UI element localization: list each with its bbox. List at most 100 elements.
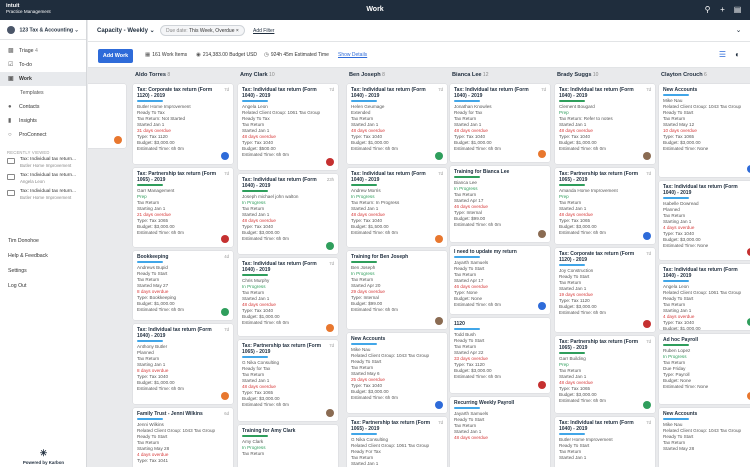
column-header[interactable]: Clayton Crouch 6 (659, 68, 750, 80)
show-details-link[interactable]: Show Details (338, 52, 367, 58)
logout-link[interactable]: Log Out (0, 279, 87, 294)
view-selector[interactable]: Capacity - Weekly ⌄ (97, 27, 155, 34)
help-feedback-link[interactable]: Help & Feedback (0, 249, 87, 264)
work-card-age: 4d (224, 254, 229, 259)
sidebar-item-label: Insights (19, 118, 37, 124)
work-card[interactable]: Tax: Corporate tax return (Form 1120) - … (555, 248, 655, 332)
work-card[interactable]: Tax: Individual tax return (Form 1040) -… (450, 84, 550, 162)
assignee-avatar[interactable] (538, 230, 546, 238)
work-card[interactable]: Training for Amy Clark Amy Clark In Progre… (238, 425, 338, 467)
assignee-avatar[interactable] (435, 401, 443, 409)
assignee-avatar[interactable] (221, 235, 229, 243)
work-card-detail: Estimated Time: 6h 0m (559, 145, 606, 151)
work-card-title: Family Trust - Jenni Wilkins (137, 411, 203, 417)
settings-link[interactable]: Settings (0, 264, 87, 279)
assignee-avatar[interactable] (538, 381, 546, 389)
assignee-avatar[interactable] (538, 302, 546, 310)
add-filter-link[interactable]: Add Filter (253, 28, 274, 34)
work-card[interactable]: New Accounts Mike Nau Related Client Group… (659, 408, 750, 467)
work-card[interactable]: Tax: Individual tax return (Form 1040) -… (659, 181, 750, 260)
assignee-avatar[interactable] (114, 136, 122, 144)
work-card[interactable]: I need to update my return Jayarth Samuel… (450, 246, 550, 314)
work-card[interactable] (88, 84, 126, 148)
assignee-avatar[interactable] (221, 152, 229, 160)
sidebar-item-templates[interactable]: Templates (0, 86, 86, 100)
work-card[interactable]: Tax: Individual tax return (Form 1040) -… (133, 324, 233, 404)
column-header[interactable]: Bianca Lee 12 (450, 68, 550, 80)
assignee-avatar[interactable] (643, 401, 651, 409)
column-header[interactable]: Brady Suggs 10 (555, 68, 655, 80)
work-card[interactable]: Tax: Partnership tax return (Form 1065) … (555, 168, 655, 244)
column-assignee: Aldo Torres (135, 72, 166, 78)
add-icon[interactable]: + (718, 5, 727, 14)
recent-item[interactable]: Tax: Individual tax return... Angela Leo… (0, 171, 86, 187)
user-profile-link[interactable]: Tim Donohoe (0, 234, 87, 249)
assignee-avatar[interactable] (435, 152, 443, 160)
sidebar-item-todo[interactable]: ☑ To-do (0, 58, 86, 72)
column-header[interactable]: Ben Joseph 8 (347, 68, 447, 80)
gauge-icon[interactable]: ◐ (733, 50, 742, 59)
assignee-avatar[interactable] (643, 152, 651, 160)
work-card[interactable]: Tax: Individual tax return (Form 1040) -… (238, 174, 338, 254)
recent-item[interactable]: Tax: Individual tax return... Butler Hom… (0, 187, 86, 203)
work-card[interactable]: Bookkeeping 4d Andrews Bupid Ready To Start… (133, 251, 233, 320)
assignee-avatar[interactable] (221, 392, 229, 400)
work-card[interactable]: Ad hoc Payroll Ruben Lopez In Progress Tax … (659, 334, 750, 404)
column-count: 12 (481, 72, 489, 78)
add-work-button[interactable]: Add Work (98, 49, 133, 63)
assignee-avatar[interactable] (435, 317, 443, 325)
work-card[interactable]: Tax: Partnership tax return (Form 1065) … (133, 168, 233, 247)
sliders-icon[interactable]: ☰ (718, 50, 727, 59)
work-card[interactable]: Tax: Partnership tax return (Form 1065) … (555, 336, 655, 413)
notebook-icon[interactable]: ▤ (733, 5, 742, 14)
work-card-detail: Type: Tax 1041 (137, 457, 169, 463)
work-card[interactable]: Tax: Individual tax return (Form 1040) -… (238, 258, 338, 336)
work-card-title: Ad hoc Payroll (663, 337, 699, 343)
work-card[interactable]: New Accounts Mike Nau Related Client Group… (347, 333, 447, 413)
assignee-avatar[interactable] (435, 235, 443, 243)
column-header[interactable]: Amy Clark 10 (238, 68, 338, 80)
sidebar-item-proconnect[interactable]: ○ ProConnect (0, 128, 86, 142)
work-card[interactable]: Tax: Individual tax return (Form 1040) -… (347, 168, 447, 247)
work-card[interactable]: New Accounts Mike Nau Related Client Group… (659, 84, 750, 177)
work-card[interactable]: Recurring Weekly Payroll Jayarth Samuels R… (450, 397, 550, 467)
column-header[interactable]: Aldo Torres 8 (133, 68, 233, 80)
column-count: 8 (380, 72, 385, 78)
assignee-avatar[interactable] (326, 158, 334, 166)
sidebar-item-triage[interactable]: ▩ Triage 4 (0, 44, 86, 58)
assignee-avatar[interactable] (538, 150, 546, 158)
work-card[interactable]: Tax: Partnership tax return (Form 1065) … (347, 417, 447, 467)
sidebar-item-contacts[interactable]: ● Contacts (0, 100, 86, 114)
work-card[interactable]: Training for Bianca Lee Bianca Lee In Prog… (450, 166, 550, 242)
assignee-avatar[interactable] (643, 320, 651, 328)
work-card[interactable]: Tax: Individual tax return (Form 1040) -… (659, 264, 750, 330)
assignee-avatar[interactable] (326, 242, 334, 250)
column-count: 6 (702, 72, 707, 78)
chart-icon: ▮ (8, 118, 12, 124)
assignee-avatar[interactable] (221, 308, 229, 316)
work-card[interactable]: Tax: Corporate tax return (Form 1120) - … (133, 84, 233, 164)
briefcase-icon: ▣ (8, 76, 14, 82)
work-card[interactable]: Tax: Partnership tax return (Form 1065) … (238, 340, 338, 421)
work-card-detail: Estimated Time: None (663, 242, 709, 248)
assignee-avatar[interactable] (326, 324, 334, 332)
search-icon[interactable]: ⚲ (703, 5, 712, 14)
recent-item[interactable]: Tax: Individual tax return... Butler Hom… (0, 155, 86, 171)
close-icon[interactable]: × (236, 28, 239, 34)
sidebar-item-count: 4 (34, 48, 38, 54)
due-date-filter-chip[interactable]: Due date: This Week, Overdue × (160, 25, 245, 36)
work-card[interactable]: Tax: Individual tax return (Form 1040) -… (238, 84, 338, 170)
work-card[interactable]: Tax: Individual tax return (Form 1040) -… (555, 417, 655, 467)
work-card[interactable]: 1120 Todd Bush Ready To Start Tax Return Sta… (450, 318, 550, 393)
chevron-down-icon[interactable]: ⌄ (734, 26, 743, 35)
sidebar-item-insights[interactable]: ▮ Insights (0, 114, 86, 128)
work-card[interactable]: Tax: Individual tax return (Form 1040) -… (555, 84, 655, 164)
work-card[interactable]: Training for Ben Joseph Ben Joseph In Prog… (347, 251, 447, 329)
assignee-avatar[interactable] (643, 232, 651, 240)
work-card[interactable]: Family Trust - Jenni Wilkins 6d Jenni Wilk… (133, 408, 233, 467)
work-card[interactable]: Tax: Individual tax return (Form 1040) -… (347, 84, 447, 164)
workspace-switcher[interactable]: 123 Tax & Accounting ⌄ (0, 20, 86, 40)
sidebar-item-work[interactable]: ▣ Work (0, 72, 86, 86)
budget-text: 214,383.00 Budget USD (202, 52, 258, 58)
assignee-avatar[interactable] (326, 409, 334, 417)
